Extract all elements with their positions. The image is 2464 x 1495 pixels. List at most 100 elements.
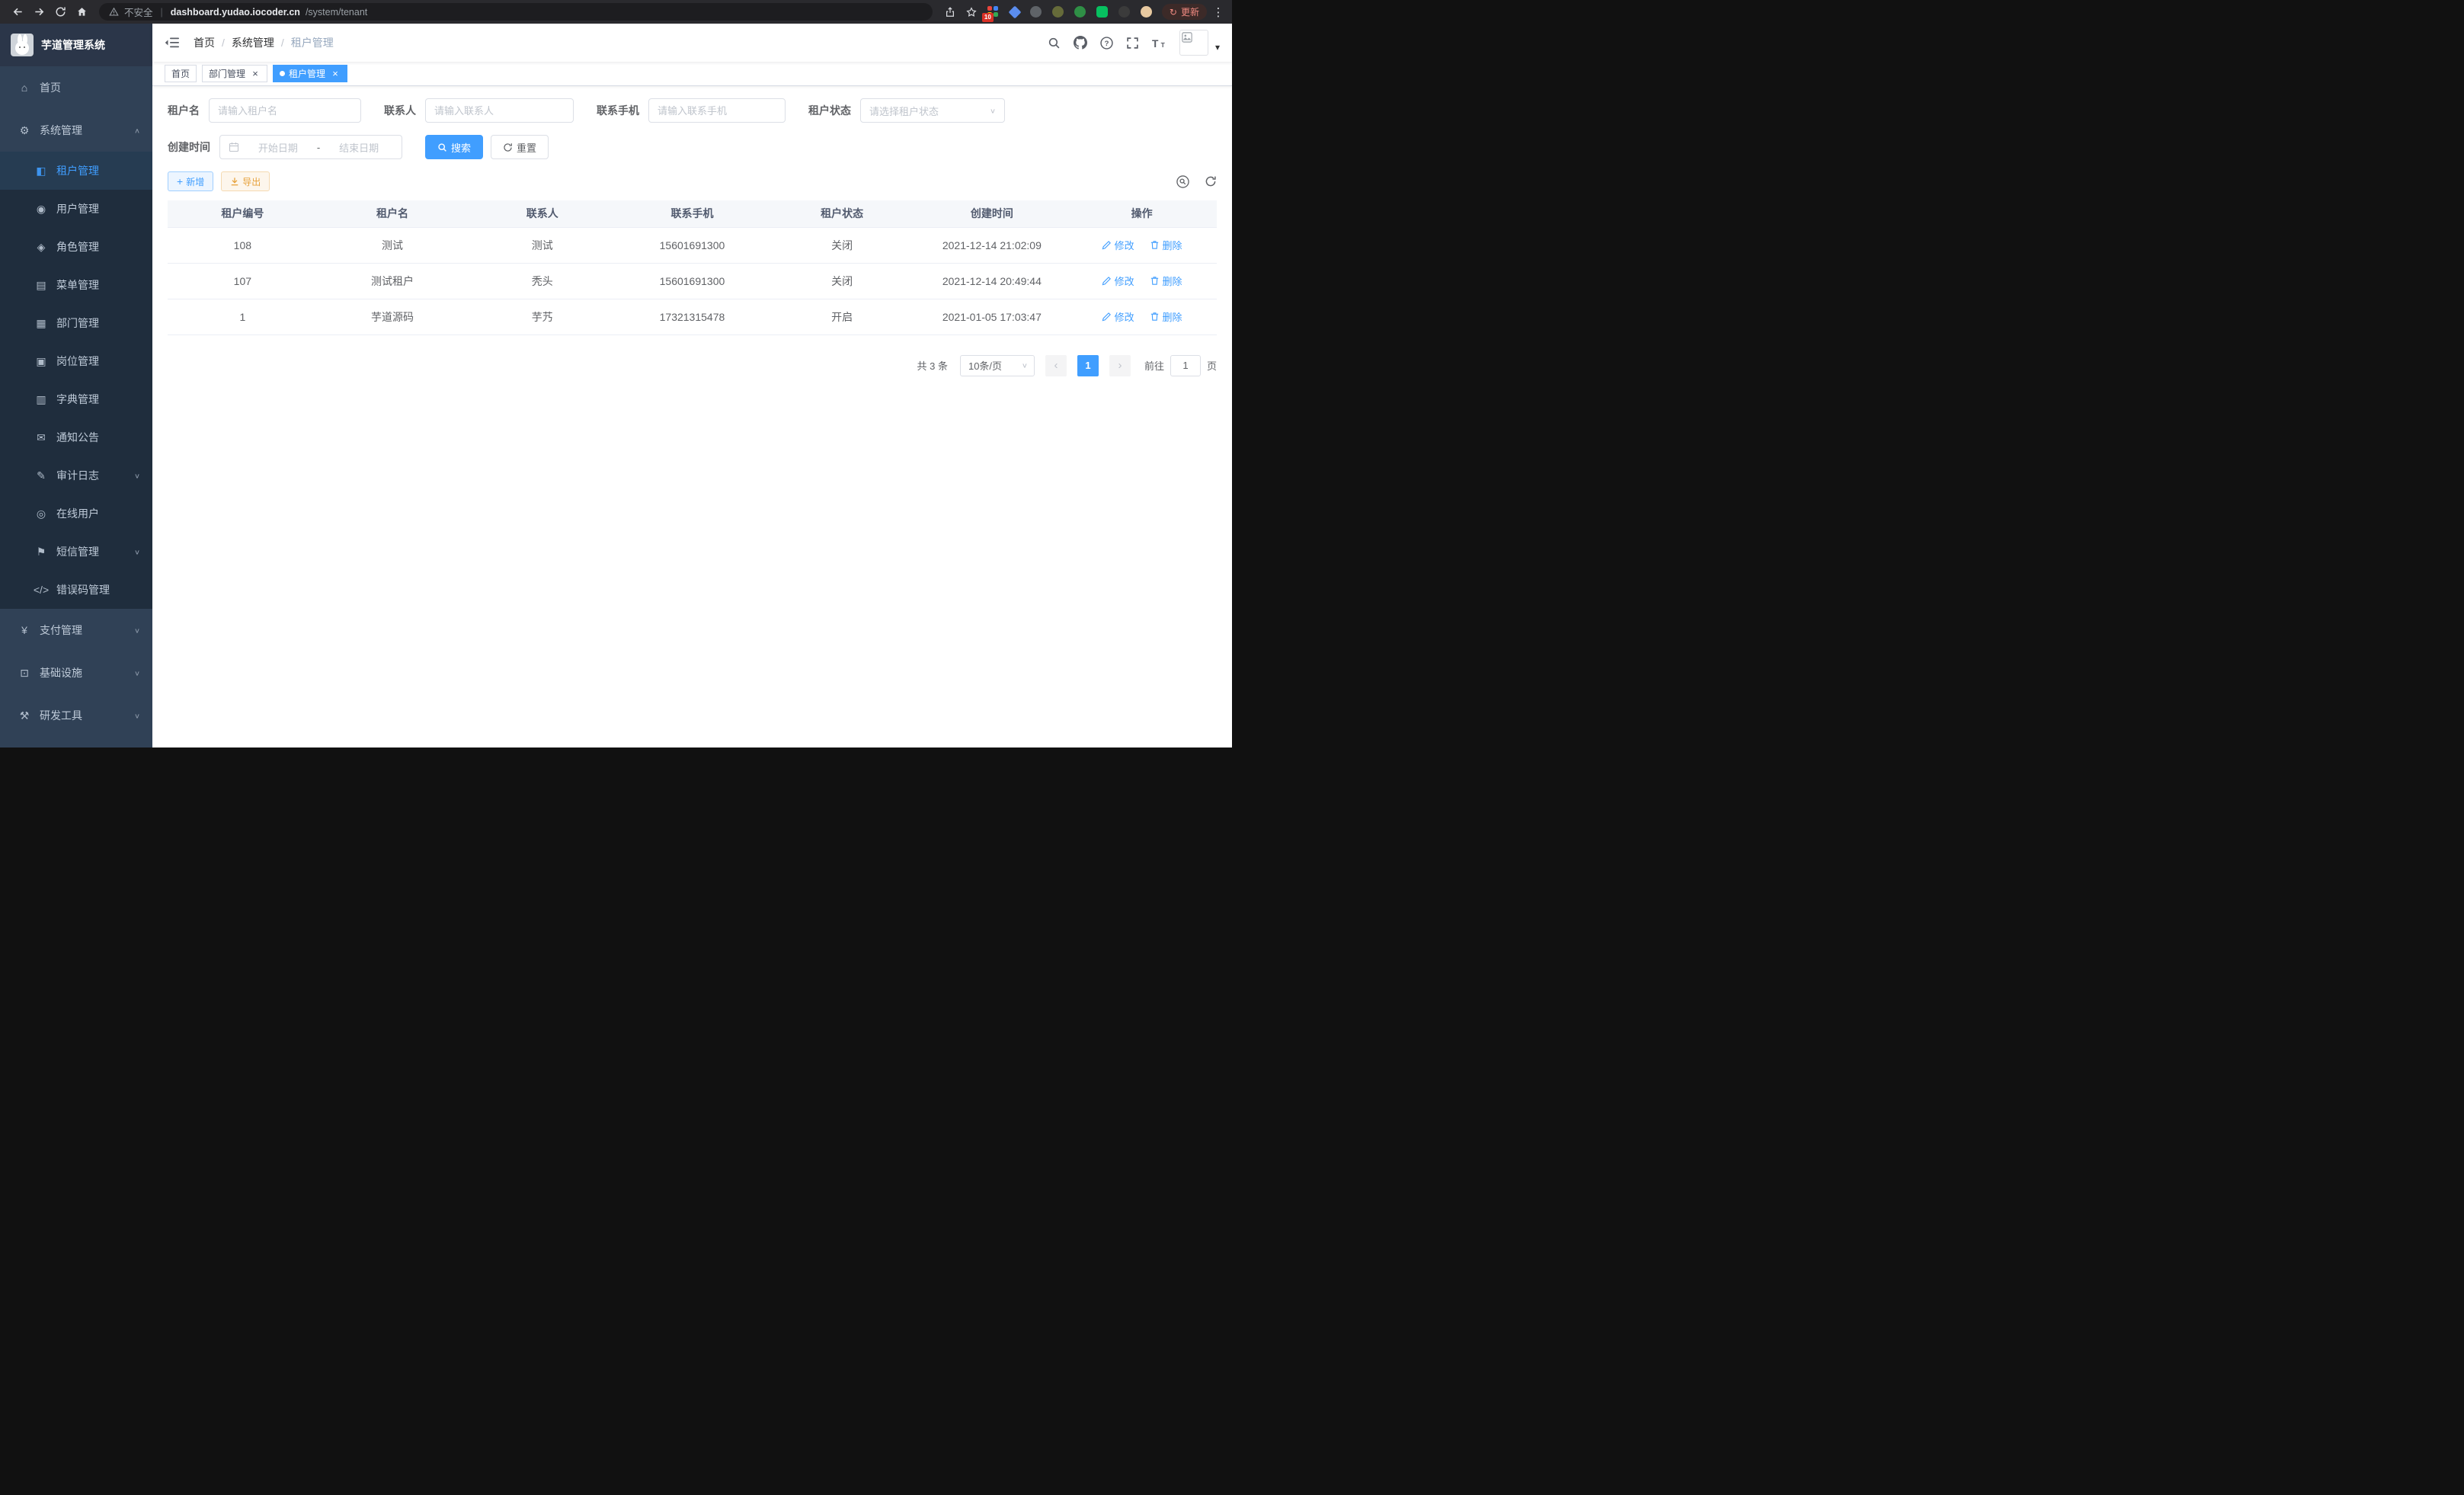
bookmark-star-icon[interactable] xyxy=(962,2,981,22)
phone-input[interactable] xyxy=(658,105,776,117)
contact-input[interactable] xyxy=(434,105,565,117)
home-nav-icon[interactable] xyxy=(72,2,91,22)
back-icon[interactable] xyxy=(8,2,27,22)
extension-icon[interactable] xyxy=(1030,6,1042,18)
fullscreen-icon[interactable] xyxy=(1126,37,1139,50)
extension-puzzle-icon[interactable] xyxy=(1118,6,1130,18)
cell-tenant-id: 107 xyxy=(168,263,318,299)
column-header: 租户状态 xyxy=(767,200,917,227)
column-header: 租户名 xyxy=(318,200,468,227)
sidebar-item-sms-management[interactable]: ⚑短信管理∨ xyxy=(0,533,152,571)
extension-avatar-icon[interactable] xyxy=(1141,6,1152,18)
extension-badge: 10 xyxy=(982,13,994,22)
navbar: 首页/系统管理/租户管理 ? TT ▾ xyxy=(152,24,1232,62)
share-icon[interactable] xyxy=(940,2,960,22)
chevron-down-icon: ∨ xyxy=(134,712,140,719)
github-icon[interactable] xyxy=(1074,36,1087,50)
not-secure-warning-icon xyxy=(109,7,119,17)
current-page-button[interactable]: 1 xyxy=(1077,355,1099,376)
sidebar-item-notice-announcement[interactable]: ✉通知公告 xyxy=(0,418,152,456)
tenant-name-input[interactable] xyxy=(218,105,352,117)
font-size-icon[interactable]: TT xyxy=(1152,37,1166,49)
page-size-select[interactable]: 10条/页 ∨ xyxy=(960,355,1035,376)
tab-department-management[interactable]: 部门管理× xyxy=(202,65,267,82)
cell-contact: 测试 xyxy=(467,227,617,263)
sidebar-item-infrastructure[interactable]: ⊡基础设施∨ xyxy=(0,651,152,694)
cell-phone: 17321315478 xyxy=(617,299,767,335)
total-count: 共 3 条 xyxy=(917,358,948,373)
sidebar-item-label: 菜单管理 xyxy=(56,277,140,293)
breadcrumb-separator: / xyxy=(222,37,225,49)
sidebar-item-post-management[interactable]: ▣岗位管理 xyxy=(0,342,152,380)
delete-link[interactable]: 删除 xyxy=(1150,274,1182,288)
next-page-button[interactable]: › xyxy=(1109,355,1131,376)
cell-tenant-name: 测试租户 xyxy=(318,263,468,299)
sidebar-item-payment-management[interactable]: ¥支付管理∨ xyxy=(0,609,152,651)
sidebar-item-user-management[interactable]: ◉用户管理 xyxy=(0,190,152,228)
refresh-icon[interactable] xyxy=(1205,175,1217,187)
breadcrumb-item[interactable]: 系统管理 xyxy=(232,35,274,50)
tags-view: 首页部门管理× 租户管理× xyxy=(152,62,1232,86)
extension-diamond-icon[interactable] xyxy=(1008,5,1021,18)
help-icon[interactable]: ? xyxy=(1100,37,1113,50)
monitor-icon: ⊡ xyxy=(15,667,34,680)
tenant-status-select[interactable]: 请选择租户状态 ∨ xyxy=(860,98,1005,123)
address-bar[interactable]: 不安全 | dashboard.yudao.iocoder.cn/system/… xyxy=(99,3,933,21)
column-header: 租户编号 xyxy=(168,200,318,227)
logo[interactable]: 芋道管理系统 xyxy=(0,24,152,66)
delete-icon xyxy=(1150,312,1160,322)
browser-menu-icon[interactable]: ⋮ xyxy=(1212,2,1224,22)
extension-icon[interactable] xyxy=(1074,6,1086,18)
update-button[interactable]: ↻更新 xyxy=(1162,4,1207,20)
sidebar-item-menu-management[interactable]: ▤菜单管理 xyxy=(0,266,152,304)
search-button[interactable]: 搜索 xyxy=(425,135,483,159)
edit-link[interactable]: 修改 xyxy=(1102,309,1134,324)
export-button[interactable]: 导出 xyxy=(221,171,270,191)
close-icon[interactable]: × xyxy=(330,69,341,79)
filter-row-1: 租户名 联系人 联系手机 租户状态 请选择租户状态 xyxy=(168,98,1217,123)
breadcrumb-item[interactable]: 首页 xyxy=(194,35,215,50)
chevron-down-icon: ∨ xyxy=(1022,361,1028,369)
sidebar-item-label: 字典管理 xyxy=(56,392,140,407)
delete-link[interactable]: 删除 xyxy=(1150,238,1182,252)
tab-tenant-management[interactable]: 租户管理× xyxy=(273,65,347,82)
sidebar-item-home[interactable]: ⌂首页 xyxy=(0,66,152,109)
edit-link[interactable]: 修改 xyxy=(1102,274,1134,288)
extension-icon[interactable] xyxy=(1052,6,1064,18)
search-icon[interactable] xyxy=(1048,37,1061,50)
sidebar-item-tenant-management[interactable]: ◧租户管理 xyxy=(0,152,152,190)
close-icon[interactable]: × xyxy=(250,69,261,79)
delete-link[interactable]: 删除 xyxy=(1150,309,1182,324)
sidebar-item-error-code-management[interactable]: </>错误码管理 xyxy=(0,571,152,609)
tenant-table: 租户编号租户名联系人联系手机租户状态创建时间操作 108 测试 测试 15601… xyxy=(168,200,1217,335)
sidebar-item-system-management[interactable]: ⚙系统管理∧ xyxy=(0,109,152,152)
prev-page-button[interactable]: ‹ xyxy=(1045,355,1067,376)
sidebar-item-label: 在线用户 xyxy=(56,506,140,521)
post-icon: ▣ xyxy=(32,355,50,368)
forward-icon[interactable] xyxy=(29,2,49,22)
avatar[interactable] xyxy=(1179,30,1208,56)
cell-status: 关闭 xyxy=(767,263,917,299)
tab-home[interactable]: 首页 xyxy=(165,65,197,82)
cell-operations: 修改 删除 xyxy=(1067,299,1217,335)
caret-down-icon[interactable]: ▾ xyxy=(1215,42,1220,56)
goto-page-input[interactable] xyxy=(1170,355,1201,376)
sidebar-item-dev-tools[interactable]: ⚒研发工具∨ xyxy=(0,694,152,737)
hamburger-icon[interactable] xyxy=(165,36,180,50)
breadcrumb-separator: / xyxy=(281,37,284,49)
sidebar-item-dict-management[interactable]: ▥字典管理 xyxy=(0,380,152,418)
edit-link[interactable]: 修改 xyxy=(1102,238,1134,252)
toggle-search-icon[interactable] xyxy=(1176,175,1189,188)
sidebar-item-online-users[interactable]: ◎在线用户 xyxy=(0,495,152,533)
extension-grid-icon[interactable]: 10 xyxy=(987,6,1000,18)
reload-icon[interactable] xyxy=(50,2,70,22)
sidebar-item-role-management[interactable]: ◈角色管理 xyxy=(0,228,152,266)
sidebar-item-department-management[interactable]: ▦部门管理 xyxy=(0,304,152,342)
add-button[interactable]: + 新增 xyxy=(168,171,213,191)
sidebar-item-audit-log[interactable]: ✎审计日志∨ xyxy=(0,456,152,495)
cell-tenant-name: 芋道源码 xyxy=(318,299,468,335)
date-range-picker[interactable]: 开始日期 - 结束日期 xyxy=(219,135,402,159)
role-icon: ◈ xyxy=(32,241,50,254)
reset-button[interactable]: 重置 xyxy=(491,135,549,159)
extension-chat-icon[interactable] xyxy=(1096,6,1108,18)
